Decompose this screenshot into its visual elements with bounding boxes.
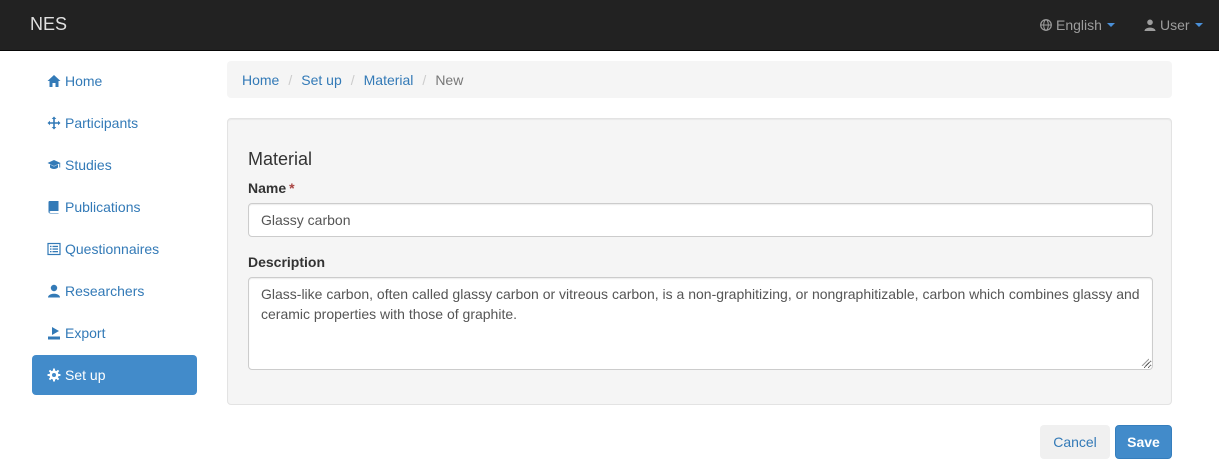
breadcrumb-material-link[interactable]: Material (364, 72, 414, 88)
name-label: Name * (248, 180, 295, 196)
name-label-text: Name (248, 180, 287, 196)
sidebar-item-label: Publications (65, 199, 141, 215)
book-icon (48, 201, 59, 214)
user-label: User (1160, 17, 1190, 33)
breadcrumb-separator: / (288, 71, 293, 88)
form-section-title: Material (248, 149, 313, 169)
chevron-down-icon (1194, 23, 1203, 27)
sidebar-item-label: Participants (65, 115, 139, 131)
sidebar-item-label: Questionnaires (65, 241, 160, 257)
description-label: Description (248, 254, 326, 270)
sidebar-nav: Home Participants Studies Publications Q… (32, 61, 197, 397)
sidebar-item-label: Export (65, 325, 106, 341)
save-button[interactable]: Save (1115, 425, 1172, 459)
user-icon (1144, 19, 1156, 31)
breadcrumb-separator: / (350, 71, 355, 88)
sidebar-item-researchers[interactable]: Researchers (32, 271, 197, 311)
sidebar-item-setup[interactable]: Set up (32, 355, 197, 395)
sidebar-item-studies[interactable]: Studies (32, 145, 197, 185)
sidebar-item-participants[interactable]: Participants (32, 103, 197, 143)
move-icon (47, 116, 61, 130)
list-alt-icon (47, 242, 61, 256)
sidebar-item-label: Home (65, 73, 103, 89)
graduation-cap-icon (47, 160, 61, 169)
sidebar-item-home[interactable]: Home (32, 61, 197, 101)
top-navbar: NES English User (0, 0, 1219, 51)
resize-handle-icon[interactable] (1141, 358, 1149, 366)
language-label: English (1056, 17, 1102, 33)
user-dropdown[interactable]: User (1144, 17, 1203, 33)
export-icon (48, 327, 60, 340)
description-textarea[interactable]: Glass-like carbon, often called glassy c… (248, 277, 1153, 370)
sidebar-item-label: Set up (65, 367, 106, 383)
breadcrumb: Home / Set up / Material / New (227, 61, 1172, 98)
name-input[interactable] (248, 203, 1153, 237)
globe-icon (1040, 19, 1052, 31)
sidebar-item-publications[interactable]: Publications (32, 187, 197, 227)
user-icon (48, 284, 60, 298)
cancel-button[interactable]: Cancel (1040, 425, 1110, 459)
chevron-down-icon (1106, 23, 1115, 27)
language-dropdown[interactable]: English (1040, 17, 1115, 33)
sidebar-item-label: Researchers (65, 283, 145, 299)
breadcrumb-current: New (435, 71, 464, 88)
sidebar-item-questionnaires[interactable]: Questionnaires (32, 229, 197, 269)
breadcrumb-setup-link[interactable]: Set up (301, 72, 341, 88)
brand-logo-text[interactable]: NES (30, 14, 67, 35)
required-marker: * (289, 180, 295, 196)
sidebar-item-export[interactable]: Export (32, 313, 197, 353)
material-form-panel: Material Name* Description Glass-like ca… (227, 118, 1172, 405)
cog-icon (47, 368, 61, 382)
description-text: Glass-like carbon, often called glassy c… (261, 286, 1140, 322)
sidebar-item-label: Studies (65, 157, 112, 173)
breadcrumb-home-link[interactable]: Home (242, 72, 279, 88)
breadcrumb-separator: / (422, 71, 427, 88)
home-icon (47, 75, 61, 87)
